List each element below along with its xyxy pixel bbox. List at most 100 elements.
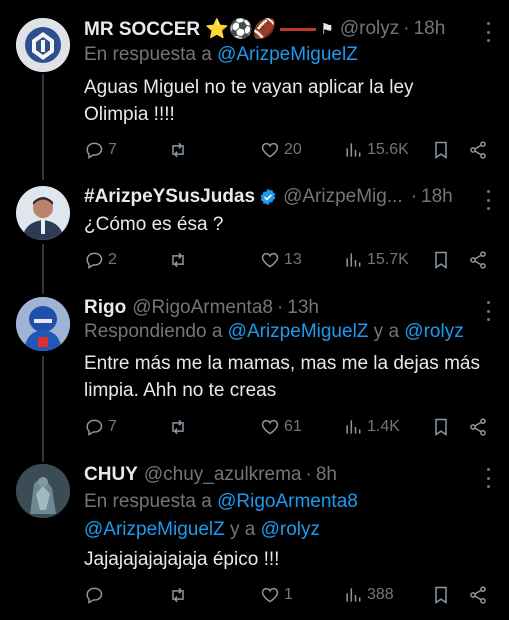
profile-photo-icon (16, 464, 70, 518)
club-crest-icon (16, 18, 70, 72)
views-count: 388 (367, 586, 394, 603)
bookmark-button[interactable] (431, 138, 451, 162)
more-icon[interactable] (481, 20, 495, 44)
like-count: 1 (284, 586, 293, 603)
avatar[interactable] (16, 18, 70, 72)
tweet[interactable]: CHUY @chuy_azulkrema · 8h En respuesta a… (0, 462, 509, 612)
retweet-button[interactable] (168, 415, 192, 439)
tweet[interactable]: #ArizpeYSusJudas @ArizpeMig... · 18h ¿Có… (0, 184, 509, 284)
like-icon (261, 419, 279, 435)
reply-icon (86, 587, 103, 604)
share-icon (470, 418, 486, 436)
bookmark-icon (435, 141, 447, 159)
reply-context: En respuesta a @RigoArmenta8 @ArizpeMigu… (84, 488, 464, 544)
tweet-header: Rigo @RigoArmenta8 · 13h (84, 295, 469, 321)
retweet-button[interactable] (168, 248, 192, 272)
mention-link[interactable]: @rolyz (404, 321, 463, 342)
share-icon (470, 141, 486, 159)
mention-link[interactable]: @ArizpeMiguelZ (217, 44, 358, 65)
bookmark-button[interactable] (431, 248, 451, 272)
user-handle[interactable]: @ArizpeMig... (283, 186, 403, 208)
like-button[interactable]: 13 (260, 248, 302, 272)
tweet-actions: 7 20 15.6K (84, 138, 493, 162)
user-handle[interactable]: @chuy_azulkrema (144, 464, 302, 486)
reply-button[interactable]: 7 (84, 138, 117, 162)
separator-dot: · (276, 297, 284, 318)
share-button[interactable] (468, 248, 488, 272)
reply-prefix: En respuesta a (84, 491, 218, 512)
reply-joiner: y a (368, 321, 405, 342)
reply-button[interactable]: 7 (84, 415, 117, 439)
display-name[interactable]: #ArizpeYSusJudas (84, 186, 255, 208)
reply-icon (86, 252, 103, 269)
mention-link[interactable]: @ArizpeMiguelZ (228, 321, 369, 342)
timestamp[interactable]: 18h (421, 186, 453, 208)
separator-dot: · (403, 18, 410, 39)
separator-dot: · (305, 464, 312, 485)
mention-link[interactable]: @RigoArmenta8 (217, 491, 358, 512)
like-button[interactable]: 20 (260, 138, 302, 162)
share-button[interactable] (468, 138, 488, 162)
retweet-icon (172, 142, 184, 158)
like-count: 61 (284, 418, 302, 435)
display-name[interactable]: MR SOCCER ⭐⚽🏈 (84, 17, 276, 41)
reply-context: Respondiendo a @ArizpeMiguelZ y a @rolyz (84, 321, 464, 343)
avatar[interactable] (16, 464, 70, 518)
mention-link[interactable]: @rolyz (261, 519, 320, 540)
views-button[interactable]: 15.7K (343, 248, 409, 272)
tweet-actions: 2 13 15.7K (84, 248, 493, 272)
share-button[interactable] (468, 415, 488, 439)
tweet[interactable]: Rigo @RigoArmenta8 · 13h Respondiendo a … (0, 295, 509, 445)
reply-button[interactable]: 2 (84, 248, 117, 272)
tweet-text: Jajajajajajajaja épico !!! (84, 549, 280, 570)
timestamp[interactable]: 8h (316, 464, 337, 486)
like-count: 20 (284, 141, 302, 158)
user-handle[interactable]: @RigoArmenta8 (132, 297, 273, 319)
mention-link[interactable]: @ArizpeMiguelZ (84, 519, 225, 540)
bookmark-icon (435, 251, 447, 269)
more-icon[interactable] (481, 466, 495, 490)
retweet-button[interactable] (168, 583, 192, 607)
bookmark-icon (435, 418, 447, 436)
tweet-header: CHUY @chuy_azulkrema · 8h (84, 462, 469, 488)
like-button[interactable]: 61 (260, 415, 302, 439)
like-button[interactable]: 1 (260, 583, 293, 607)
timestamp[interactable]: 18h (414, 18, 446, 40)
tweet[interactable]: MR SOCCER ⭐⚽🏈 ⚑ @rolyz · 18h En respuest… (0, 16, 509, 166)
reply-count: 2 (108, 251, 117, 268)
bookmark-button[interactable] (431, 583, 451, 607)
retweet-button[interactable] (168, 138, 192, 162)
share-button[interactable] (468, 583, 488, 607)
views-count: 15.6K (367, 141, 409, 158)
views-icon (346, 588, 361, 602)
retweet-icon (172, 419, 184, 435)
views-button[interactable]: 388 (343, 583, 394, 607)
more-icon[interactable] (481, 299, 495, 323)
bookmark-button[interactable] (431, 415, 451, 439)
display-name[interactable]: CHUY (84, 464, 138, 486)
reply-prefix: En respuesta a (84, 44, 218, 65)
profile-photo-icon (16, 297, 70, 351)
views-icon (346, 253, 361, 267)
reply-button[interactable] (84, 583, 108, 607)
user-handle[interactable]: @rolyz (340, 18, 399, 40)
bookmark-icon (435, 586, 447, 604)
tweet-text: Aguas Miguel no te vayan aplicar la ley … (84, 77, 414, 125)
avatar[interactable] (16, 297, 70, 351)
like-icon (261, 587, 279, 603)
views-button[interactable]: 15.6K (343, 138, 409, 162)
share-icon (470, 586, 486, 604)
display-name[interactable]: Rigo (84, 297, 126, 319)
tweet-actions: 7 61 1.4K (84, 415, 493, 439)
timestamp[interactable]: 13h (287, 297, 319, 319)
retweet-icon (172, 252, 184, 268)
avatar[interactable] (16, 186, 70, 240)
retweet-icon (172, 587, 184, 603)
views-count: 1.4K (367, 418, 400, 435)
more-icon[interactable] (481, 188, 495, 212)
share-icon (470, 251, 486, 269)
views-icon (346, 143, 361, 157)
separator-dot: · (410, 186, 418, 207)
reply-icon (86, 142, 103, 159)
views-button[interactable]: 1.4K (343, 415, 400, 439)
